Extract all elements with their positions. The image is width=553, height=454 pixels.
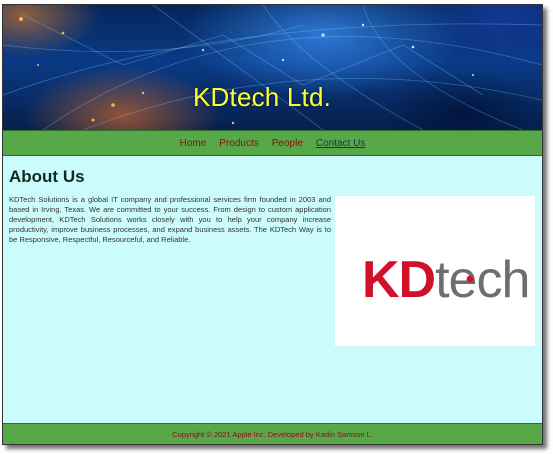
logo-dot-icon — [466, 275, 474, 283]
svg-text:KDtech: KDtech — [362, 251, 529, 309]
nav-products-link[interactable]: Products — [219, 138, 258, 149]
nav-home-link[interactable]: Home — [180, 138, 207, 149]
kdtech-logo-image: KDtech — [335, 196, 535, 346]
main-content: About Us KDTech Solutions is a global IT… — [3, 156, 542, 422]
kdtech-logo: KDtech — [362, 251, 530, 309]
nav-people-link[interactable]: People — [272, 138, 303, 149]
copyright-text: Copyright © 2021 Apple Inc. Developed by… — [172, 429, 373, 439]
header-banner: KDtech Ltd. — [3, 5, 542, 130]
footer: Copyright © 2021 Apple Inc. Developed by… — [3, 423, 542, 444]
main-nav: Home Products People Contact Us — [3, 130, 542, 156]
page-frame: KDtech Ltd. Home Products People Contact… — [2, 4, 543, 445]
nav-contact-link[interactable]: Contact Us — [316, 138, 365, 149]
site-title: KDtech Ltd. — [193, 82, 332, 112]
about-paragraph: KDTech Solutions is a global IT company … — [9, 195, 331, 244]
page-heading: About Us — [9, 167, 85, 186]
